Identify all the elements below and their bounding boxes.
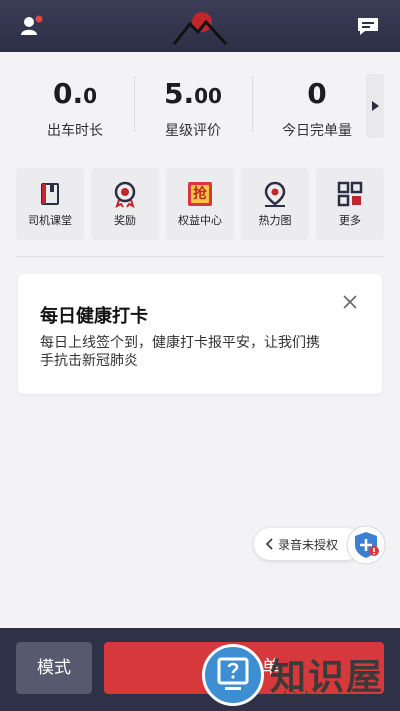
stat-value: 5.00 [134, 74, 252, 116]
monitor-question-icon [217, 657, 249, 690]
grid-icon [337, 181, 363, 207]
tile-label: 热力图 [258, 214, 292, 227]
feature-tiles: 司机课堂 奖励 抢 权益中心 热力图 更多 [16, 168, 384, 240]
tile-label: 奖励 [114, 214, 136, 227]
medal-icon [114, 181, 136, 208]
stat-value: 0.0 [16, 74, 134, 116]
tile-rewards[interactable]: 奖励 [91, 168, 159, 240]
tile-label: 更多 [339, 214, 361, 227]
tile-heatmap[interactable]: 热力图 [241, 168, 309, 240]
watermark-logo-icon [202, 644, 264, 706]
grab-icon-text: 抢 [193, 186, 207, 202]
book-icon [41, 183, 59, 205]
health-checkin-card[interactable]: 每日健康打卡 每日上线签个到，健康打卡报平安，让我们携手抗击新冠肺炎 [18, 274, 382, 394]
stat-label: 今日完单量 [282, 123, 352, 139]
card-title: 每日健康打卡 [40, 306, 148, 327]
stat-value-main: 5. [164, 77, 195, 110]
top-header [0, 0, 400, 52]
message-icon[interactable] [354, 12, 382, 40]
stats-panel: 0.0 出车时长 5.00 星级评价 0 今日完单量 [0, 52, 400, 152]
stat-value-decimal: 0 [83, 84, 98, 108]
card-body: 每日上线签个到，健康打卡报平安，让我们携手抗击新冠肺炎 [40, 335, 320, 369]
stat-value: 0 [258, 74, 376, 116]
close-icon[interactable] [342, 294, 358, 310]
tile-benefits-center[interactable]: 抢 权益中心 [166, 168, 234, 240]
stat-value-decimal: 00 [194, 84, 222, 108]
stat-divider [252, 76, 253, 132]
stat-value-main: 0 [307, 77, 327, 110]
section-divider [16, 256, 384, 257]
watermark-url: zhishiwu.com [276, 690, 363, 704]
stat-label: 星级评价 [165, 123, 221, 139]
shield-plus-icon[interactable] [344, 525, 388, 565]
user-notification-icon[interactable] [18, 12, 46, 40]
tile-more[interactable]: 更多 [316, 168, 384, 240]
stat-value-main: 0. [52, 77, 84, 110]
mountain-sun-logo [172, 12, 228, 46]
stats-next-arrow-icon[interactable] [366, 74, 384, 138]
stat-orders-today[interactable]: 0 今日完单量 [258, 74, 376, 140]
stat-label: 出车时长 [47, 123, 103, 139]
mode-button[interactable]: 模式 [16, 642, 92, 694]
stat-star-rating[interactable]: 5.00 星级评价 [134, 74, 252, 140]
tile-label: 权益中心 [178, 214, 222, 227]
map-pin-icon [264, 181, 286, 207]
tile-driver-class[interactable]: 司机课堂 [16, 168, 84, 240]
chevron-left-icon [265, 538, 273, 550]
tile-label: 司机课堂 [28, 214, 72, 227]
stat-online-duration[interactable]: 0.0 出车时长 [16, 74, 134, 140]
recording-label: 录音未授权 [278, 538, 339, 552]
